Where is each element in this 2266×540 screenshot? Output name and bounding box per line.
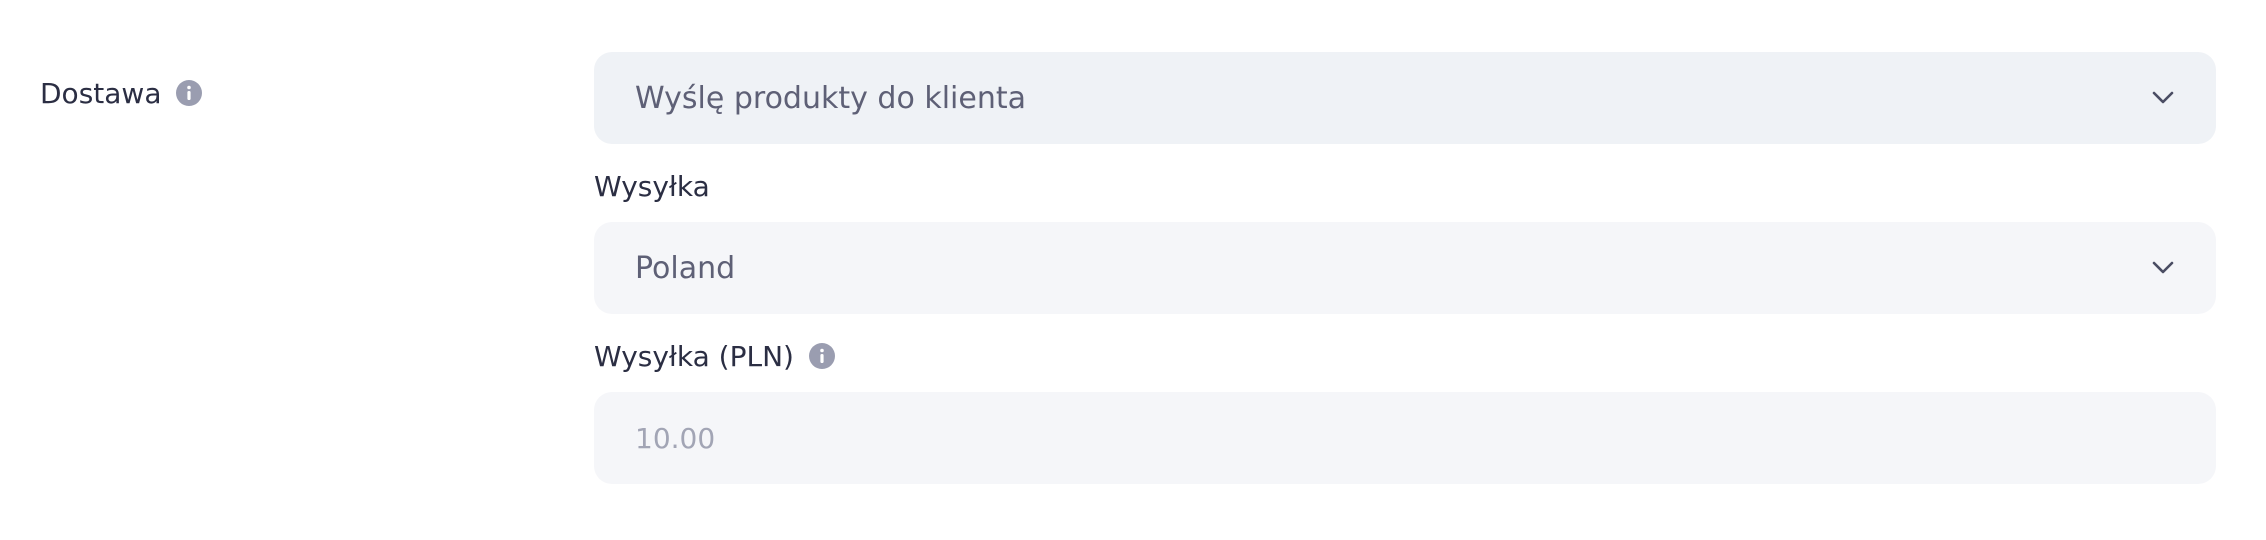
shipping-cost-label: Wysyłka (PLN) xyxy=(594,339,794,373)
shipping-cost-placeholder: 10.00 xyxy=(635,421,716,455)
chevron-down-icon xyxy=(2150,85,2176,111)
delivery-label-row: Dostawa xyxy=(40,73,203,113)
delivery-method-select[interactable]: Wyślę produkty do klienta xyxy=(594,52,2216,144)
delivery-fields: Wyślę produkty do klienta Wysyłka Poland… xyxy=(594,52,2216,484)
info-icon[interactable] xyxy=(808,342,836,370)
shipping-label: Wysyłka xyxy=(594,169,710,203)
info-icon[interactable] xyxy=(175,79,203,107)
shipping-label-row: Wysyłka xyxy=(594,166,2216,206)
delivery-method-value: Wyślę produkty do klienta xyxy=(635,80,1026,116)
shipping-cost-label-row: Wysyłka (PLN) xyxy=(594,336,2216,376)
shipping-cost-input[interactable]: 10.00 xyxy=(594,392,2216,484)
shipping-country-value: Poland xyxy=(635,250,736,286)
shipping-country-select[interactable]: Poland xyxy=(594,222,2216,314)
chevron-down-icon xyxy=(2150,255,2176,281)
delivery-label: Dostawa xyxy=(40,76,162,110)
